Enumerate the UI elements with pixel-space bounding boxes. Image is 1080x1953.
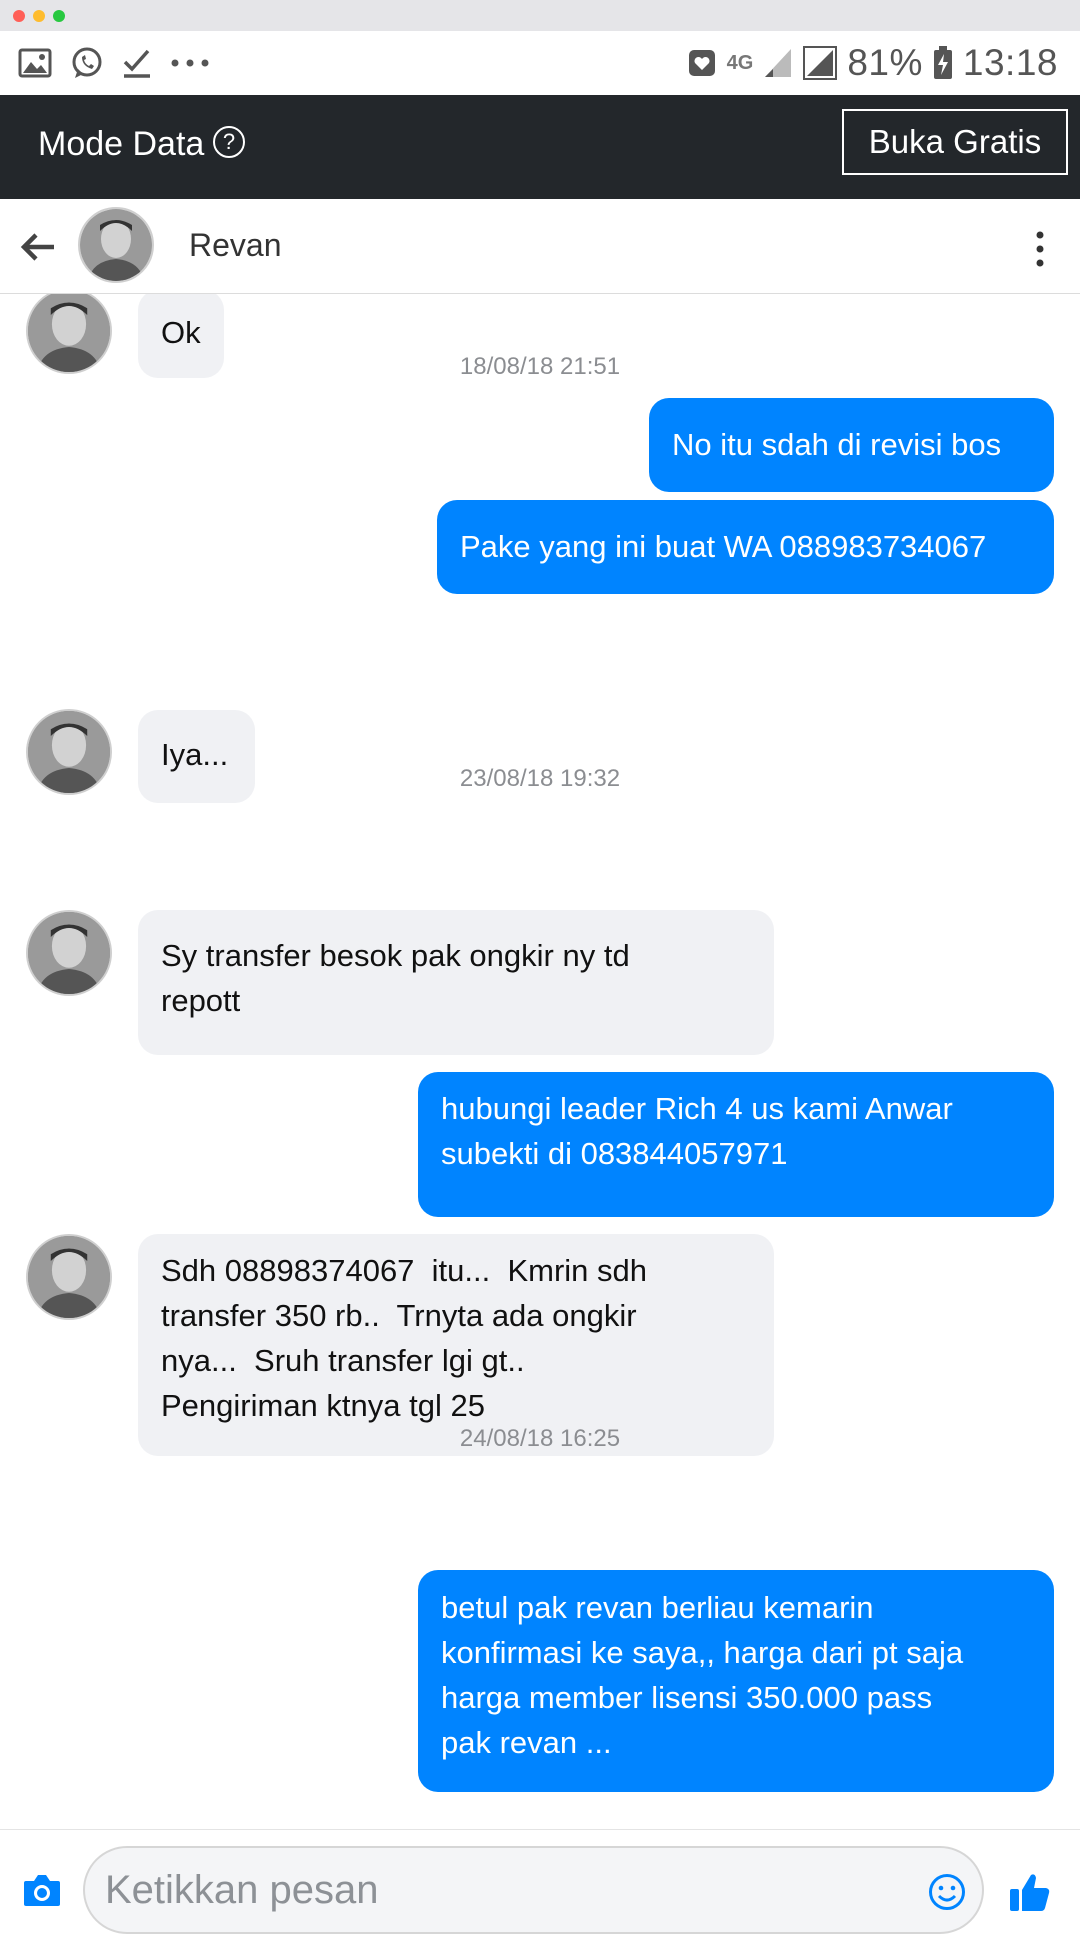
notification-icon — [688, 50, 715, 76]
network-type: 4G — [726, 52, 754, 74]
message-line: transfer 350 rb.. Trnyta ada ongkir — [161, 1298, 637, 1333]
emoji-icon[interactable] — [928, 1873, 966, 1911]
open-free-button[interactable]: Buka Gratis — [842, 109, 1068, 175]
message-line: harga member lisensi 350.000 pass — [441, 1680, 933, 1715]
message-bubble-incoming[interactable]: Sdh 08898374067 itu... Kmrin sdh transfe… — [138, 1234, 774, 1456]
message-line: Sdh 08898374067 itu... Kmrin sdh — [161, 1253, 647, 1288]
message-line: Sy transfer besok pak ongkir ny td — [161, 938, 630, 973]
timestamp: 24/08/18 16:25 — [459, 1425, 621, 1452]
thumbs-up-icon[interactable] — [1008, 1870, 1052, 1914]
banner-title: Mode Data — [38, 125, 205, 163]
message-line: nya... Sruh transfer lgi gt.. — [161, 1343, 525, 1378]
message-line: Pengiriman ktnya tgl 25 — [161, 1388, 485, 1423]
more-dots-icon — [171, 59, 209, 67]
signal-icon — [803, 46, 838, 80]
camera-icon[interactable] — [22, 1872, 62, 1908]
avatar[interactable] — [26, 1234, 112, 1320]
message-composer — [0, 1829, 1080, 1953]
window-titlebar — [0, 0, 1080, 31]
battery-percent: 81% — [847, 42, 923, 83]
message-line: repott — [161, 983, 241, 1018]
avatar[interactable] — [26, 910, 112, 996]
clock: 13:18 — [962, 42, 1058, 83]
chat-header: Revan — [0, 199, 1080, 294]
message-bubble-outgoing[interactable]: hubungi leader Rich 4 us kami Anwar sube… — [418, 1072, 1054, 1217]
whatsapp-icon — [72, 47, 102, 78]
signal-icon — [765, 49, 792, 77]
message-bubble-outgoing[interactable]: Pake yang ini buat WA 088983734067 — [437, 500, 1054, 594]
message-text: Pake yang ini buat WA 088983734067 — [460, 529, 987, 564]
close-window-button[interactable] — [13, 10, 25, 22]
status-bar: 4G 81% 13:18 — [0, 31, 1080, 95]
image-icon — [18, 48, 52, 78]
back-arrow-icon[interactable] — [18, 227, 58, 267]
message-thread[interactable]: Ok 18/08/18 21:51 No itu sdah di revisi … — [0, 294, 1080, 1829]
message-line: pak revan ... — [441, 1725, 612, 1760]
avatar[interactable] — [78, 207, 154, 283]
message-text: No itu sdah di revisi bos — [672, 427, 1002, 462]
help-icon[interactable]: ? — [213, 126, 245, 158]
check-icon — [123, 49, 150, 78]
timestamp: 18/08/18 21:51 — [459, 353, 621, 380]
message-bubble-outgoing[interactable]: betul pak revan berliau kemarin konfirma… — [418, 1570, 1054, 1792]
contact-name[interactable]: Revan — [189, 227, 282, 264]
message-line: hubungi leader Rich 4 us kami Anwar — [441, 1091, 953, 1126]
message-line: subekti di 083844057971 — [441, 1136, 788, 1171]
timestamp: 23/08/18 19:32 — [459, 765, 621, 792]
minimize-window-button[interactable] — [33, 10, 45, 22]
message-line: konfirmasi ke saya,, harga dari pt saja — [441, 1635, 964, 1670]
message-line: betul pak revan berliau kemarin — [441, 1590, 874, 1625]
more-vert-icon[interactable] — [1032, 229, 1048, 269]
message-input[interactable] — [83, 1846, 984, 1934]
maximize-window-button[interactable] — [53, 10, 65, 22]
message-text: Ok — [161, 315, 201, 350]
message-bubble-outgoing[interactable]: No itu sdah di revisi bos — [649, 398, 1054, 492]
message-bubble-incoming[interactable]: Sy transfer besok pak ongkir ny td repot… — [138, 910, 774, 1055]
data-mode-banner: Mode Data ? Buka Gratis — [0, 95, 1080, 199]
battery-charging-icon — [933, 46, 952, 79]
